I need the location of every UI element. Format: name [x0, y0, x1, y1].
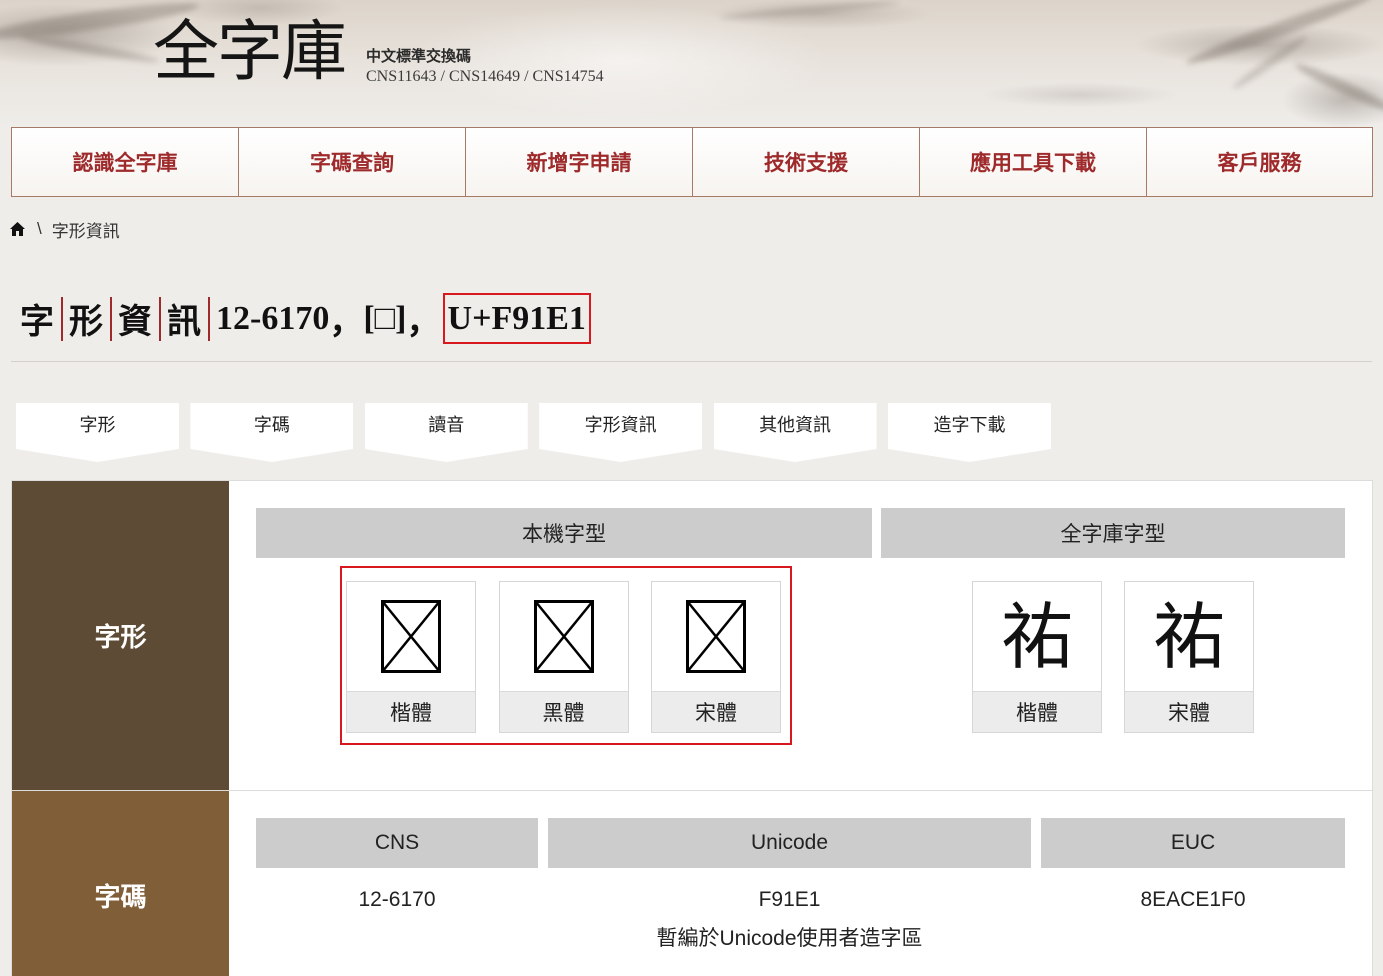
title-char: 訊 [167, 304, 201, 341]
nav-item-tech-support[interactable]: 技術支援 [692, 127, 919, 197]
font-label: 宋體 [1125, 691, 1253, 732]
title-char: 形 [69, 304, 103, 341]
nav-item-code-search[interactable]: 字碼查詢 [238, 127, 465, 197]
font-label: 楷體 [973, 691, 1101, 732]
title-glyph: [□] [363, 299, 407, 337]
nav-item-tools-download[interactable]: 應用工具下載 [919, 127, 1146, 197]
home-icon[interactable] [10, 222, 25, 236]
code-row-label: 字碼 [12, 791, 229, 976]
title-char: 字 [20, 304, 54, 341]
info-panel: 字形 本機字型 全字庫字型 楷體 黑體 宋體 祐 楷體 祐 宋體 字碼 CNS … [11, 480, 1373, 976]
glyph-char: 祐 [1000, 594, 1073, 679]
tab-glyph-info[interactable]: 字形資訊 [539, 403, 703, 462]
tab-other-info[interactable]: 其他資訊 [713, 403, 877, 462]
cns-font-cards: 祐 楷體 祐 宋體 [972, 581, 1254, 733]
tab-pronunciation[interactable]: 讀音 [364, 403, 528, 462]
cns-fonts-heading: 全字庫字型 [881, 508, 1345, 558]
glyph-image: 祐 [973, 582, 1101, 691]
code-row-content: CNS 12-6170 Unicode F91E1 暫編於Unicode使用者造… [229, 791, 1372, 976]
breadcrumb: \ 字形資訊 [10, 217, 120, 241]
site-subtitle: 中文標準交換碼 [366, 49, 472, 65]
main-nav: 認識全字庫 字碼查詢 新增字申請 技術支援 應用工具下載 客戶服務 [11, 127, 1373, 197]
code-header: CNS [256, 818, 538, 868]
code-value: 12-6170 [358, 888, 436, 911]
title-cns-code: 12-6170 [216, 299, 330, 337]
code-column-unicode: Unicode F91E1 暫編於Unicode使用者造字區 [548, 818, 1031, 951]
tab-glyph[interactable]: 字形 [16, 403, 179, 462]
local-font-card: 楷體 [346, 581, 476, 733]
code-value: F91E1 [758, 888, 821, 911]
nav-item-new-char-request[interactable]: 新增字申請 [465, 127, 692, 197]
local-font-card: 黑體 [498, 581, 629, 733]
page-title: 字 形 資 訊 12-6170 ， [□] ， U+F91E1 [20, 292, 591, 345]
tab-code[interactable]: 字碼 [190, 403, 354, 462]
glyph-char: 祐 [1152, 594, 1225, 679]
site-logo[interactable]: 全字庫 [153, 10, 347, 94]
cns-font-card: 祐 楷體 [972, 581, 1102, 733]
local-font-cards: 楷體 黑體 宋體 [346, 581, 781, 733]
brush-stroke-decoration [20, 31, 160, 67]
breadcrumb-current: 字形資訊 [51, 221, 120, 241]
breadcrumb-separator: \ [37, 219, 42, 238]
missing-glyph-icon [500, 582, 628, 691]
code-value: 8EACE1F0 [1140, 888, 1246, 911]
brush-stroke-decoration [1292, 59, 1383, 117]
font-label: 黑體 [499, 691, 628, 732]
glyph-row-label: 字形 [12, 481, 229, 790]
code-header: EUC [1041, 818, 1345, 868]
missing-glyph-icon [652, 582, 780, 691]
tab-glyph-download[interactable]: 造字下載 [887, 403, 1051, 462]
nav-item-customer-service[interactable]: 客戶服務 [1146, 127, 1373, 197]
code-columns: CNS 12-6170 Unicode F91E1 暫編於Unicode使用者造… [256, 818, 1345, 951]
glyph-image: 祐 [1125, 582, 1253, 691]
title-divider [110, 296, 112, 341]
cns-font-card: 祐 宋體 [1124, 581, 1254, 733]
code-header: Unicode [548, 818, 1031, 868]
section-tabs: 字形 字碼 讀音 字形資訊 其他資訊 造字下載 [16, 403, 1051, 462]
glyph-row-content: 本機字型 全字庫字型 楷體 黑體 宋體 祐 楷體 祐 宋體 [229, 481, 1372, 790]
title-divider [61, 296, 63, 341]
missing-glyph-icon [347, 582, 475, 691]
code-row: 字碼 CNS 12-6170 Unicode F91E1 暫編於Unicode使… [12, 790, 1372, 976]
brush-stroke-decoration [719, 0, 901, 22]
title-comma: ， [406, 304, 441, 341]
title-divider [208, 296, 210, 341]
title-divider-line [11, 361, 1372, 362]
title-divider [159, 296, 161, 341]
site-standards: CNS11643 / CNS14649 / CNS14754 [366, 68, 604, 85]
code-note: 暫編於Unicode使用者造字區 [656, 927, 923, 950]
font-label: 楷體 [347, 691, 475, 732]
code-column-cns: CNS 12-6170 [256, 818, 538, 951]
code-column-euc: EUC 8EACE1F0 [1041, 818, 1345, 951]
title-unicode-highlight: U+F91E1 [442, 293, 591, 344]
header-banner: 全字庫 中文標準交換碼 CNS11643 / CNS14649 / CNS147… [0, 0, 1383, 127]
nav-item-about[interactable]: 認識全字庫 [11, 127, 238, 197]
local-font-card: 宋體 [651, 581, 781, 733]
font-label: 宋體 [652, 691, 780, 732]
glyph-row: 字形 本機字型 全字庫字型 楷體 黑體 宋體 祐 楷體 祐 宋體 [12, 481, 1372, 790]
local-fonts-heading: 本機字型 [256, 508, 872, 558]
title-char: 資 [118, 304, 152, 341]
title-comma: ， [329, 304, 364, 341]
